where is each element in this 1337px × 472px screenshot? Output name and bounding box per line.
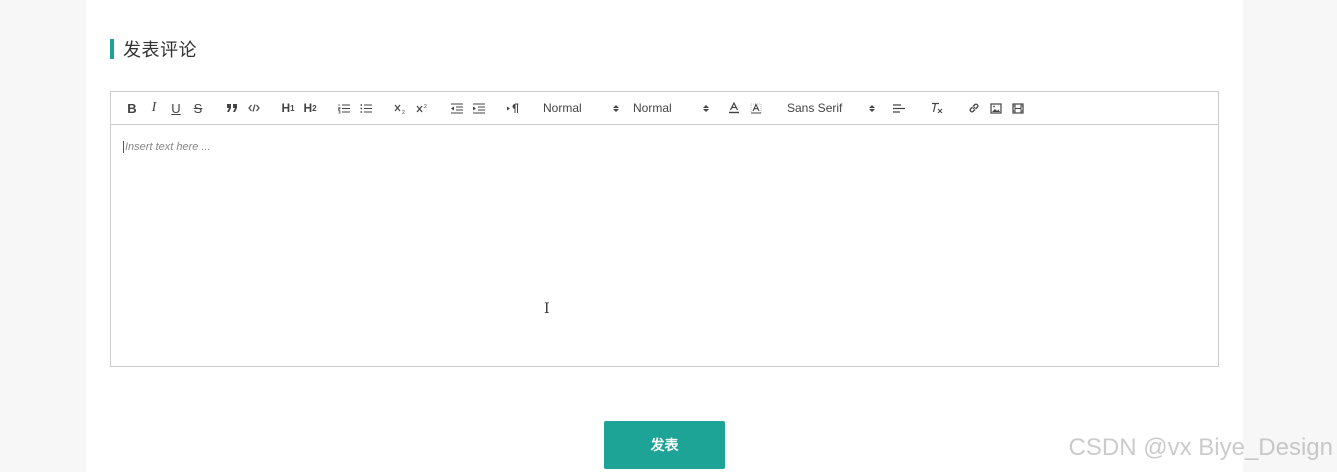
link-icon — [969, 103, 979, 113]
text-color-button[interactable] — [723, 98, 745, 118]
header-2-sub: 2 — [312, 103, 317, 113]
header-picker-arrows-icon — [613, 104, 619, 112]
header-2-label: H — [303, 101, 313, 115]
list-group — [333, 98, 377, 118]
quote-icon — [227, 104, 237, 112]
svg-text:2: 2 — [402, 110, 405, 114]
comment-panel: 发表评论 B I U S H 1 H 2 2 2 Normal Normal S… — [86, 0, 1243, 472]
align-left-icon — [892, 103, 905, 113]
ordered-list-icon — [338, 103, 350, 113]
header-picker-label: Normal — [543, 101, 582, 115]
editor-content-area[interactable]: Insert text here ... I — [111, 125, 1218, 365]
i-beam-cursor-icon: I — [544, 301, 550, 317]
italic-button[interactable]: I — [143, 98, 165, 118]
text-color-icon — [729, 102, 739, 114]
indent-button[interactable] — [467, 98, 489, 118]
header-2-button[interactable]: H2 — [299, 98, 321, 118]
bullet-list-button[interactable] — [355, 98, 377, 118]
size-picker-label: Normal — [633, 101, 672, 115]
media-group — [963, 98, 1029, 118]
editor-placeholder: Insert text here ... — [123, 141, 211, 153]
block-group — [221, 98, 265, 118]
outdent-button[interactable] — [445, 98, 467, 118]
header-1-button[interactable]: H1 — [277, 98, 299, 118]
editor-toolbar: B I U S H1 H 2 2 2 Normal Normal Sans Se… — [111, 92, 1218, 125]
color-group — [723, 98, 767, 118]
text-direction-icon — [506, 103, 518, 113]
superscript-button[interactable]: 2 — [411, 98, 433, 118]
page-title: 发表评论 — [123, 40, 197, 61]
bold-button[interactable]: B — [121, 98, 143, 118]
video-button[interactable] — [1007, 98, 1029, 118]
bullet-list-icon — [360, 103, 372, 113]
code-block-button[interactable] — [243, 98, 265, 118]
font-picker-arrows-icon — [869, 104, 875, 112]
background-color-icon — [750, 103, 762, 114]
submit-button[interactable]: 发表 — [604, 421, 725, 469]
image-button[interactable] — [985, 98, 1007, 118]
header-1-label: H — [281, 101, 291, 115]
background-color-button[interactable] — [745, 98, 767, 118]
subscript-button[interactable]: 2 — [389, 98, 411, 118]
clear-format-icon — [931, 102, 942, 114]
code-icon — [248, 104, 260, 112]
outdent-icon — [450, 102, 463, 114]
watermark: CSDN @vx Biye_Design — [1068, 434, 1333, 461]
video-icon — [1012, 102, 1024, 114]
clear-format-button[interactable] — [925, 98, 947, 118]
indent-icon — [472, 102, 485, 114]
superscript-icon: 2 — [416, 104, 427, 112]
align-group — [887, 98, 909, 118]
indent-group — [445, 98, 489, 118]
blockquote-button[interactable] — [221, 98, 243, 118]
clean-group — [925, 98, 947, 118]
strike-button[interactable]: S — [187, 98, 209, 118]
image-icon — [990, 102, 1002, 114]
subscript-icon: 2 — [394, 104, 405, 114]
svg-text:2: 2 — [424, 104, 427, 110]
direction-group — [501, 98, 523, 118]
font-picker-label: Sans Serif — [787, 101, 843, 115]
header-picker[interactable]: Normal — [535, 98, 621, 118]
align-button[interactable] — [887, 98, 909, 118]
header-1-sub: 1 — [290, 103, 295, 113]
direction-button[interactable] — [501, 98, 523, 118]
header-group: H1 H2 — [277, 98, 321, 118]
font-picker[interactable]: Sans Serif — [779, 98, 877, 118]
section-heading: 发表评论 — [110, 38, 197, 61]
title-accent-bar — [110, 39, 114, 59]
size-picker-arrows-icon — [703, 104, 709, 112]
rich-text-editor: B I U S H1 H 2 2 2 Normal Normal Sans Se… — [110, 91, 1219, 367]
ordered-list-button[interactable] — [333, 98, 355, 118]
format-group: B I U S — [121, 98, 209, 118]
underline-button[interactable]: U — [165, 98, 187, 118]
script-group: 2 2 — [389, 98, 433, 118]
link-button[interactable] — [963, 98, 985, 118]
size-picker[interactable]: Normal — [625, 98, 711, 118]
